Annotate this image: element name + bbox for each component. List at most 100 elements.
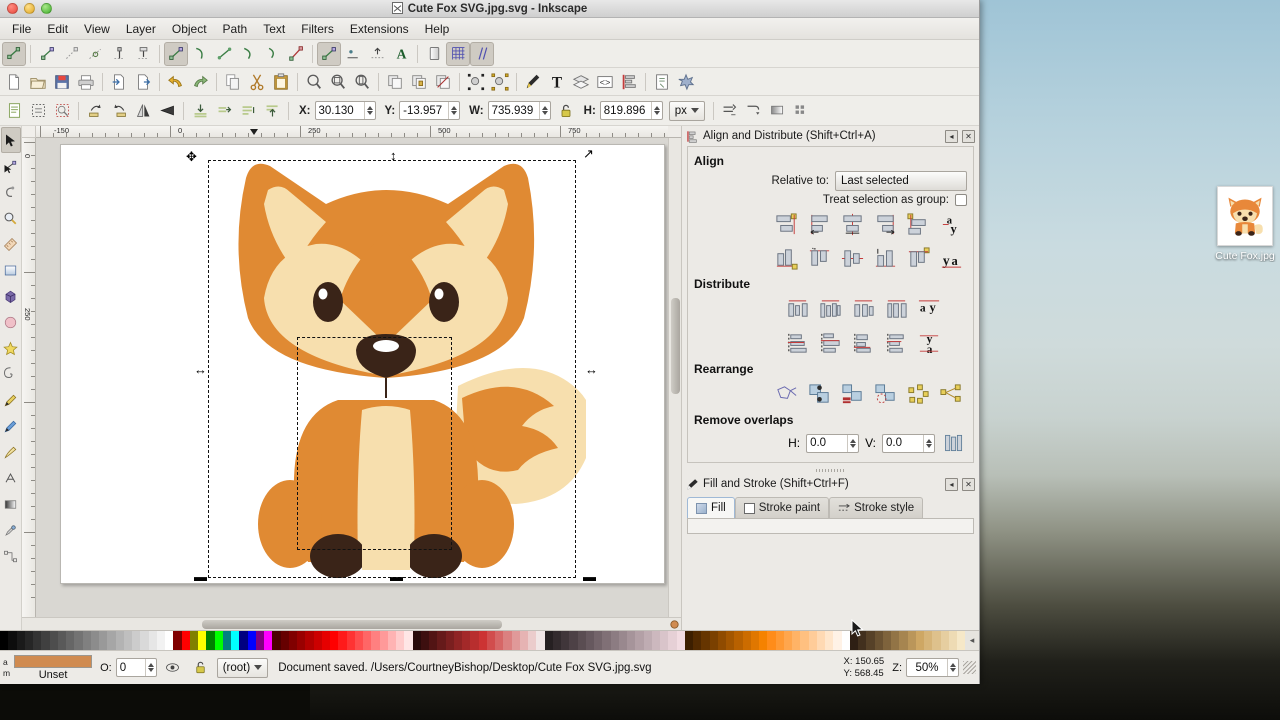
close-dialog-icon[interactable]: ✕ <box>962 130 975 143</box>
palette-swatch[interactable] <box>875 631 883 650</box>
canvas-vertical-scrollbar[interactable] <box>668 138 681 617</box>
palette-swatch[interactable] <box>718 631 726 650</box>
palette-swatch[interactable] <box>792 631 800 650</box>
palette-swatch[interactable] <box>470 631 478 650</box>
fill-stroke-swatches[interactable]: Unset <box>14 655 92 681</box>
distribute-centers-vertically-icon[interactable] <box>815 328 846 359</box>
bezier-tool[interactable] <box>1 413 21 439</box>
height-stepper[interactable] <box>651 102 662 119</box>
palette-swatch[interactable] <box>759 631 767 650</box>
collapse-dialog-icon[interactable]: ◂ <box>945 130 958 143</box>
palette-swatch[interactable] <box>627 631 635 650</box>
palette-swatch[interactable] <box>800 631 808 650</box>
lock-aspect-ratio-icon[interactable] <box>554 99 578 123</box>
palette-swatch[interactable] <box>726 631 734 650</box>
duplicate-icon[interactable] <box>383 70 407 94</box>
palette-swatch[interactable] <box>462 631 470 650</box>
close-button[interactable] <box>7 3 18 14</box>
palette-swatch[interactable] <box>206 631 214 650</box>
selection-handle-s[interactable]: ▬ <box>390 570 403 583</box>
palette-swatch[interactable] <box>825 631 833 650</box>
palette-swatch[interactable] <box>446 631 454 650</box>
palette-swatch[interactable] <box>33 631 41 650</box>
node-line-icon[interactable] <box>260 42 284 66</box>
align-bottom-to-anchor-icon[interactable] <box>771 243 802 274</box>
palette-swatch[interactable] <box>734 631 742 650</box>
node-editor-tool[interactable] <box>1 153 21 179</box>
palette-swatch[interactable] <box>99 631 107 650</box>
selection-handle-e[interactable]: ↔ <box>585 363 598 376</box>
palette-swatch[interactable] <box>116 631 124 650</box>
palette-swatch[interactable] <box>248 631 256 650</box>
flip-vertical-icon[interactable] <box>155 99 179 123</box>
palette-swatch[interactable] <box>330 631 338 650</box>
ungroup-icon[interactable] <box>488 70 512 94</box>
palette-swatch[interactable] <box>314 631 322 650</box>
export-icon[interactable] <box>131 70 155 94</box>
palette-swatch[interactable] <box>594 631 602 650</box>
tab-fill[interactable]: Fill <box>687 497 735 518</box>
palette-swatch[interactable] <box>198 631 206 650</box>
palette-swatch[interactable] <box>512 631 520 650</box>
center-on-horizontal-axis-icon[interactable] <box>837 243 868 274</box>
remove-overlaps-icon[interactable] <box>941 430 967 456</box>
align-top-to-anchor-icon[interactable] <box>903 243 934 274</box>
palette-swatch[interactable] <box>388 631 396 650</box>
palette-swatch[interactable] <box>289 631 297 650</box>
palette-swatch[interactable] <box>231 631 239 650</box>
exchange-positions-clockwise-icon[interactable] <box>870 379 901 410</box>
palette-swatch[interactable] <box>767 631 775 650</box>
raise-to-top-icon[interactable] <box>188 99 212 123</box>
horizontal-ruler[interactable]: -150 0 250 500 750 <box>36 126 668 138</box>
palette-swatch[interactable] <box>611 631 619 650</box>
palette-swatch[interactable] <box>545 631 553 650</box>
zoom-drawing-icon[interactable] <box>326 70 350 94</box>
palette-swatch[interactable] <box>916 631 924 650</box>
text-and-font-icon[interactable]: T <box>545 70 569 94</box>
show-bezier-handles-icon[interactable] <box>470 42 494 66</box>
width-stepper[interactable] <box>539 102 550 119</box>
overlap-v-stepper[interactable] <box>923 435 934 452</box>
palette-swatch[interactable] <box>569 631 577 650</box>
dock-splitter[interactable] <box>682 467 979 474</box>
group-icon[interactable] <box>464 70 488 94</box>
distribute-left-edges-icon[interactable] <box>782 294 813 325</box>
palette-swatch[interactable] <box>701 631 709 650</box>
menu-file[interactable]: File <box>4 20 39 38</box>
document-properties-icon[interactable] <box>650 70 674 94</box>
menu-text[interactable]: Text <box>255 20 293 38</box>
new-document-icon[interactable] <box>2 70 26 94</box>
palette-swatch[interactable] <box>83 631 91 650</box>
palette-swatch[interactable] <box>173 631 181 650</box>
overlap-h-spinbox[interactable] <box>806 434 859 453</box>
palette-swatch[interactable] <box>107 631 115 650</box>
zoom-selection-icon[interactable] <box>302 70 326 94</box>
palette-swatch[interactable] <box>536 631 544 650</box>
palette-swatch[interactable] <box>363 631 371 650</box>
node-auto-icon[interactable] <box>236 42 260 66</box>
palette-swatch[interactable] <box>949 631 957 650</box>
palette-swatch[interactable] <box>0 631 8 650</box>
distribute-text-anchors-vertically-icon[interactable]: ya <box>914 328 945 359</box>
palette-swatch[interactable] <box>17 631 25 650</box>
palette-swatch[interactable] <box>157 631 165 650</box>
menu-help[interactable]: Help <box>417 20 458 38</box>
palette-swatch[interactable] <box>503 631 511 650</box>
spiral-tool[interactable] <box>1 361 21 387</box>
height-spinbox[interactable] <box>600 101 663 120</box>
palette-swatch[interactable] <box>124 631 132 650</box>
nodes-connector-network-icon[interactable] <box>771 379 802 410</box>
select-all-icon[interactable] <box>2 99 26 123</box>
palette-swatch[interactable] <box>751 631 759 650</box>
palette-swatch[interactable] <box>297 631 305 650</box>
palette-swatch[interactable] <box>140 631 148 650</box>
stroke-to-path-icon[interactable] <box>341 42 365 66</box>
fill-and-stroke-icon[interactable] <box>521 70 545 94</box>
palette-swatch[interactable] <box>454 631 462 650</box>
palette-swatch[interactable] <box>660 631 668 650</box>
window-resize-grip[interactable] <box>963 661 976 674</box>
tab-stroke-paint[interactable]: Stroke paint <box>735 497 829 518</box>
import-icon[interactable] <box>107 70 131 94</box>
zoom-spinbox[interactable] <box>906 658 959 677</box>
palette-swatch[interactable] <box>404 631 412 650</box>
